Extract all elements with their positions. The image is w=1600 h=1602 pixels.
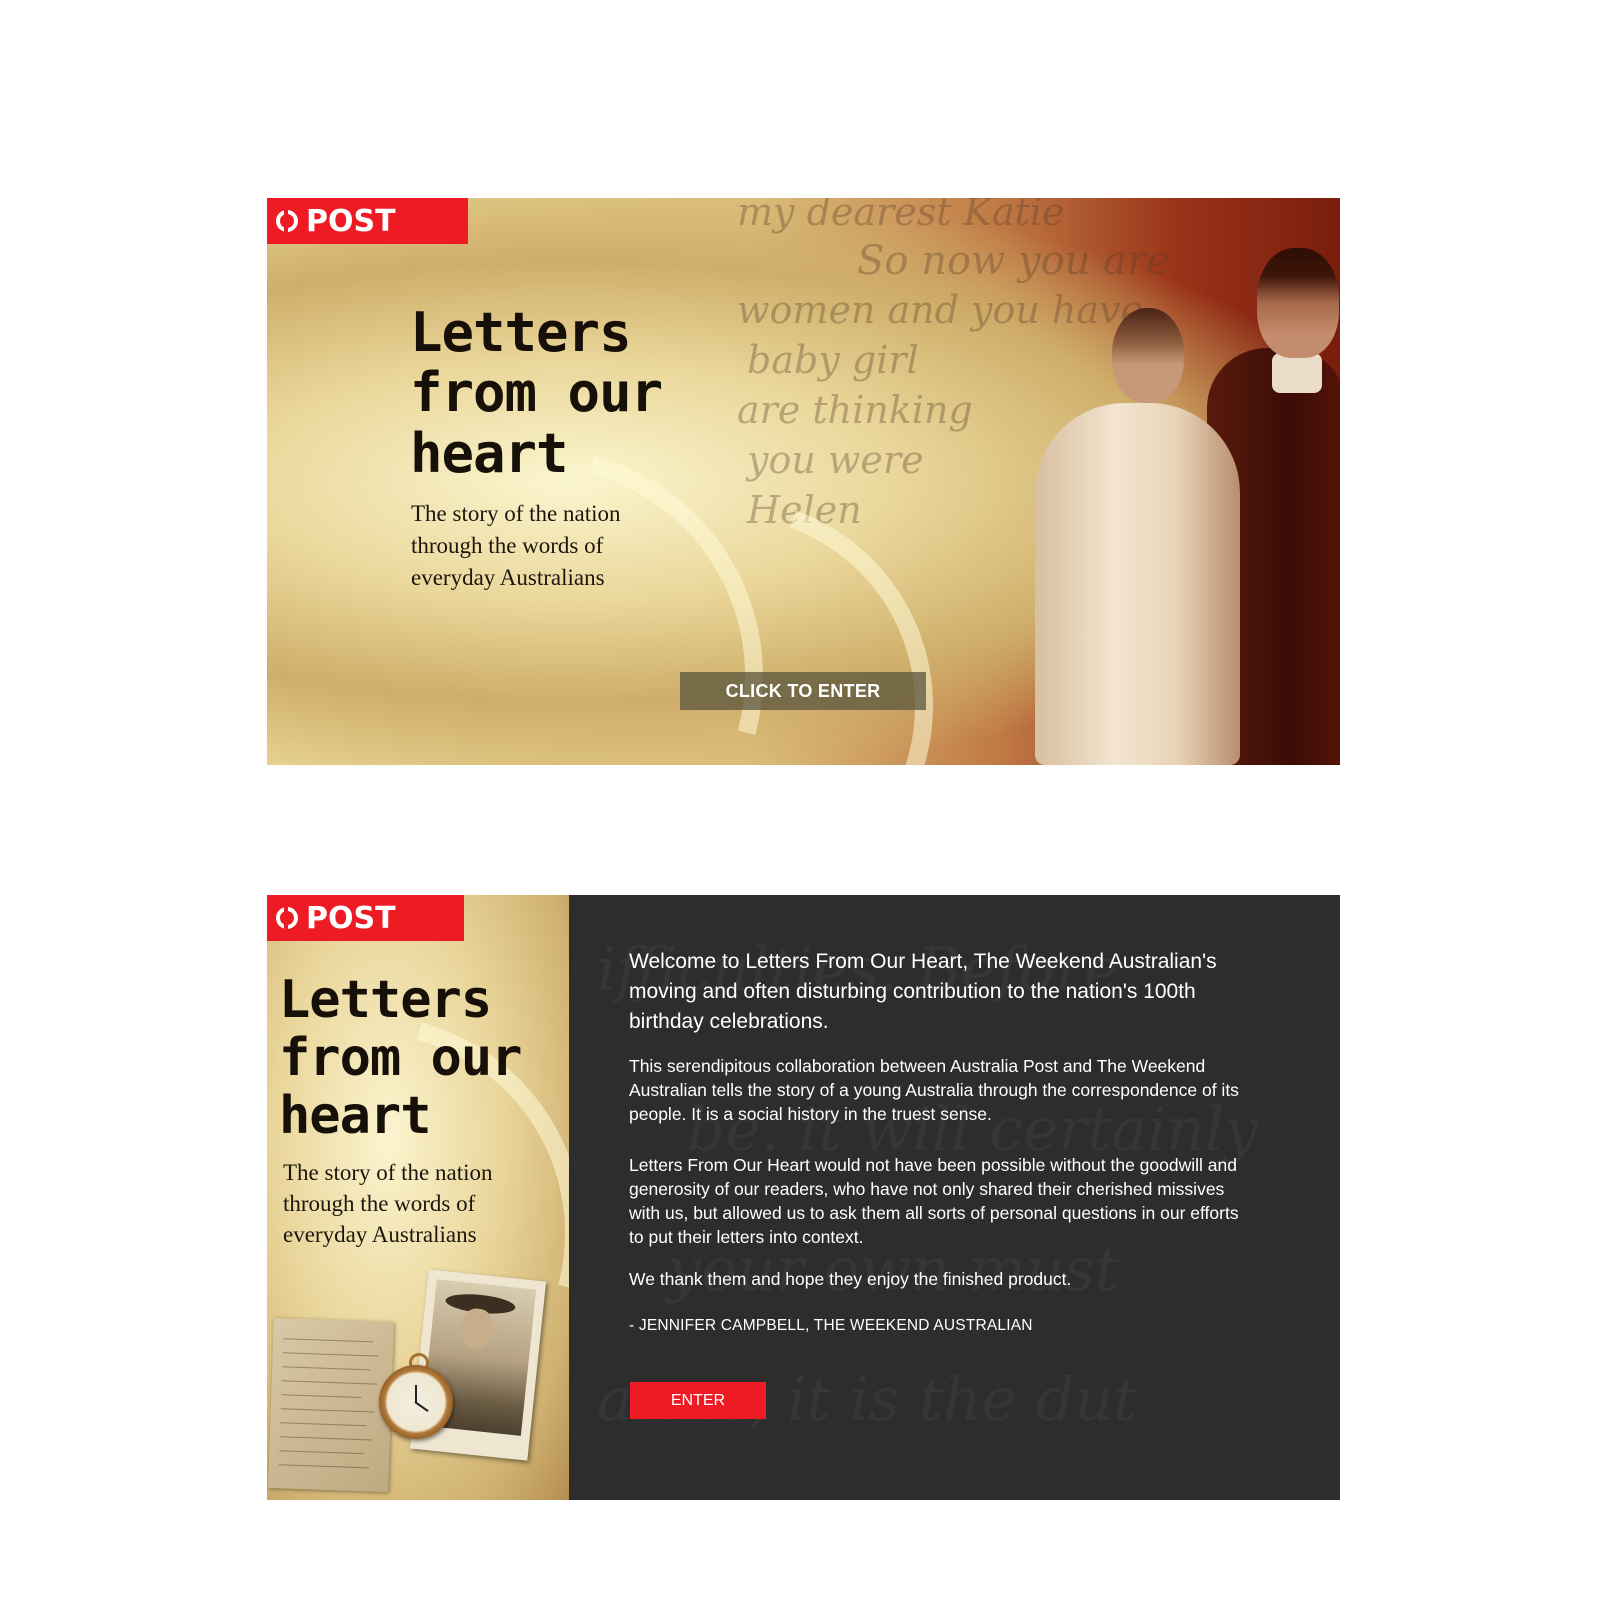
script-line: women and you have (737, 288, 1143, 332)
post-logo-icon (276, 210, 298, 232)
author-signature: - JENNIFER CAMPBELL, THE WEEKEND AUSTRAL… (629, 1317, 1033, 1334)
welcome-paragraph: This serendipitous collaboration between… (629, 1056, 1239, 1124)
tagline: The story of the nation through the word… (283, 1160, 493, 1247)
script-line: are thinking (737, 388, 973, 432)
logo-text: POST (306, 900, 396, 936)
welcome-panel: ifficulties. Before be. it will certainl… (267, 895, 1340, 1500)
welcome-artwork: POST Letters from our heart The story of… (267, 895, 569, 1500)
click-to-enter-button[interactable]: CLICK TO ENTER (680, 672, 926, 710)
man-collar (1272, 353, 1322, 393)
post-logo-icon (276, 907, 298, 929)
australia-post-logo: POST (267, 198, 468, 244)
script-line: baby girl (747, 338, 919, 382)
splash-panel: my dearest Katie So now you are women an… (267, 198, 1340, 765)
handwritten-letter-image (268, 1317, 394, 1493)
welcome-paragraph: Letters From Our Heart would not have be… (629, 1155, 1239, 1247)
australia-post-logo: POST (267, 895, 464, 941)
logo-text: POST (306, 203, 396, 239)
woman-figure (1035, 403, 1240, 765)
welcome-title: Letters from our heart (279, 970, 522, 1147)
script-line: Helen (747, 488, 862, 532)
script-line: my dearest Katie (737, 198, 1065, 234)
script-line: you were (747, 438, 924, 482)
tagline: The story of the nation through the word… (411, 501, 621, 590)
page-title: Letters from our heart (410, 301, 663, 485)
woman-portrait (1112, 308, 1184, 403)
script-line: So now you are (857, 238, 1170, 284)
welcome-intro: Welcome to Letters From Our Heart, The W… (629, 950, 1217, 1033)
pocket-watch-icon (379, 1365, 453, 1439)
man-portrait (1257, 248, 1339, 358)
welcome-paragraph: We thank them and hope they enjoy the fi… (629, 1269, 1072, 1289)
enter-button[interactable]: ENTER (630, 1382, 766, 1419)
